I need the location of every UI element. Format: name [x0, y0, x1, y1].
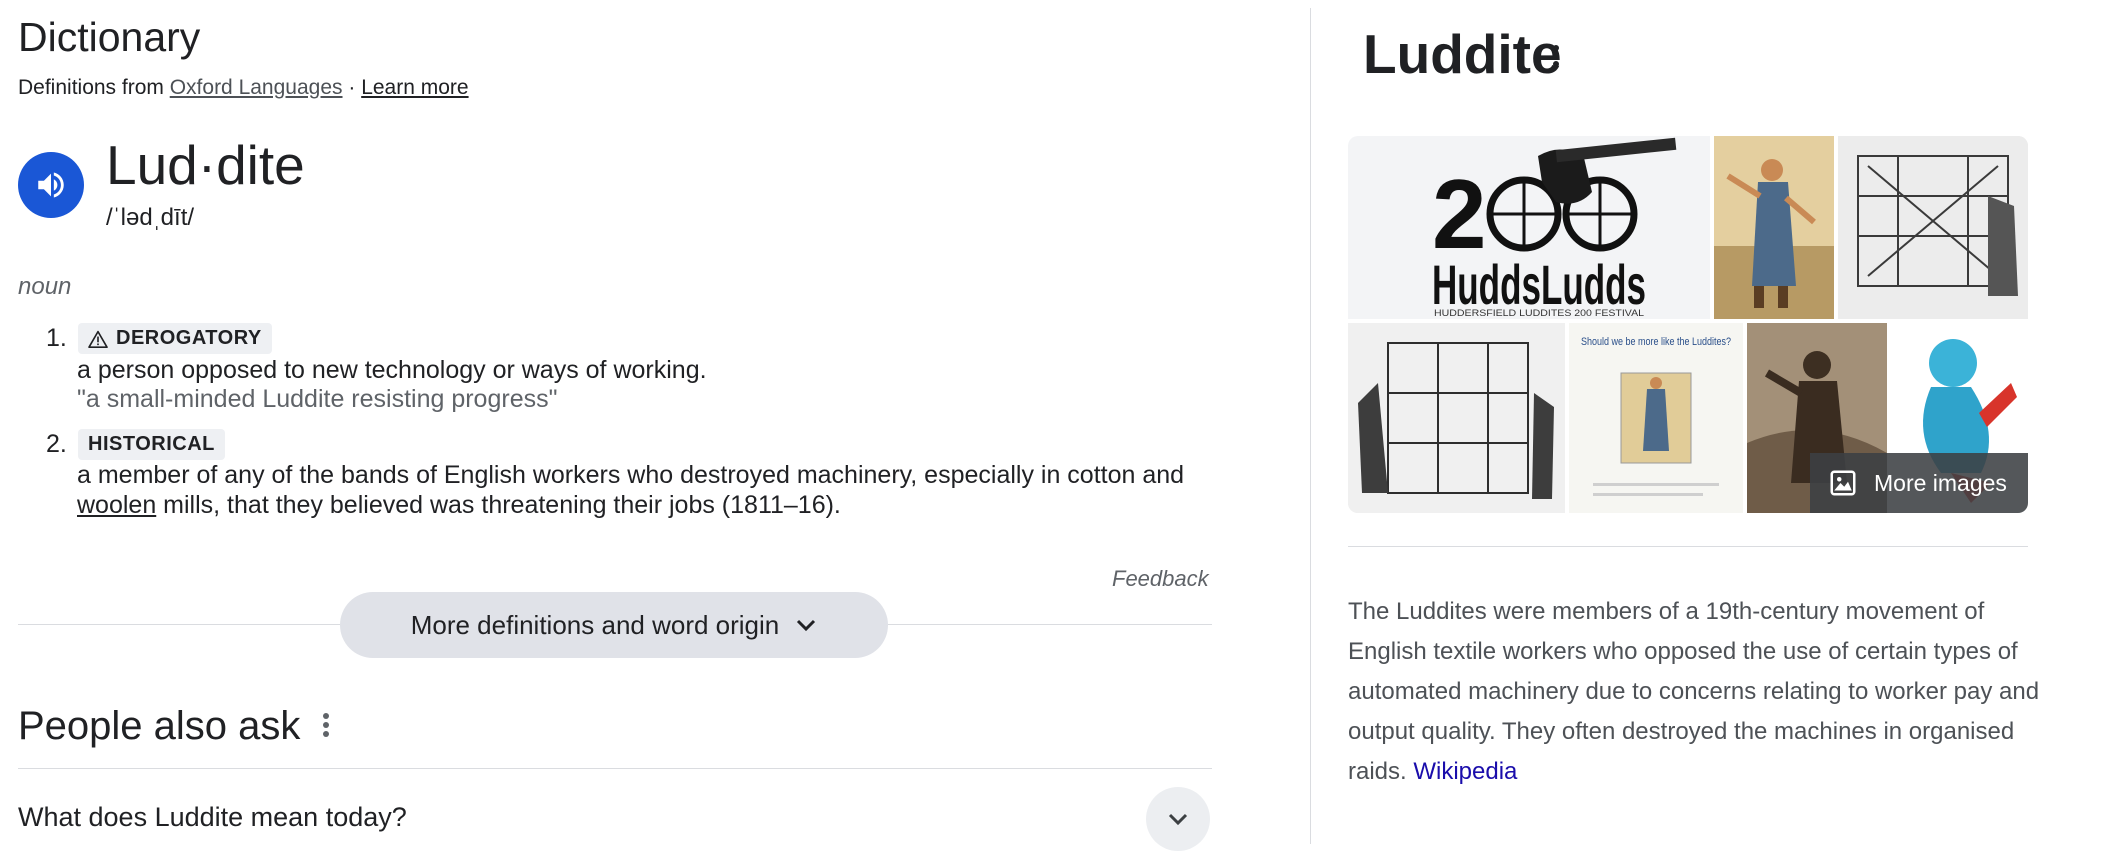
more-definitions-button[interactable]: More definitions and word origin	[340, 592, 888, 658]
sense-label-text: DEROGATORY	[116, 327, 262, 349]
poster-caption: Should we be more like the Luddites?	[1581, 336, 1731, 348]
source-prefix: Definitions from	[18, 76, 170, 99]
oxford-languages-link[interactable]: Oxford Languages	[170, 76, 343, 99]
question-expand-button[interactable]	[1146, 787, 1210, 851]
sense-label-historical: HISTORICAL	[78, 429, 225, 460]
source-separator: ·	[342, 76, 362, 99]
divider	[1348, 546, 2028, 547]
panel-divider	[1310, 8, 1311, 844]
more-images-button[interactable]: More images	[1810, 453, 2028, 513]
pronunciation-audio-button[interactable]	[18, 152, 84, 218]
sense-number: 1.	[46, 324, 67, 352]
phonetic: /ˈlədˌdīt/	[106, 204, 195, 231]
sense-label-derogatory: DEROGATORY	[78, 323, 272, 354]
more-definitions-label: More definitions and word origin	[410, 609, 780, 640]
part-of-speech: noun	[18, 273, 72, 300]
luddite-illustration-image[interactable]	[1714, 136, 1834, 319]
dictionary-title: Dictionary	[18, 14, 201, 60]
image-icon	[1830, 470, 1856, 496]
sense-label-text: HISTORICAL	[88, 433, 215, 455]
knowledge-panel-description: The Luddites were members of a 19th-cent…	[1348, 592, 2048, 792]
question-item[interactable]: What does Luddite mean today?	[18, 802, 407, 833]
loom-engraving-image[interactable]	[1838, 136, 2028, 319]
wikipedia-link[interactable]: Wikipedia	[1413, 758, 1517, 785]
feedback-link[interactable]: Feedback	[1112, 566, 1209, 592]
warning-icon	[88, 330, 108, 348]
sense-number: 2.	[46, 430, 67, 458]
luddites-poster-image[interactable]: Should we be more like the Luddites?	[1569, 323, 1743, 513]
sense-example: "a small-minded Luddite resisting progre…	[77, 385, 558, 413]
people-also-ask-title: People also ask	[18, 704, 301, 748]
more-vert-icon[interactable]	[322, 712, 330, 743]
logo-word: HuddsLudds	[1432, 253, 1646, 316]
description-text: The Luddites were members of a 19th-cent…	[1348, 598, 2040, 785]
dictionary-source: Definitions from Oxford Languages · Lear…	[18, 76, 469, 100]
knowledge-panel-title: Luddite	[1363, 23, 1562, 85]
chevron-down-icon	[797, 619, 816, 632]
sense-definition: a person opposed to new technology or wa…	[77, 356, 707, 384]
more-vert-icon[interactable]	[1552, 44, 1560, 73]
more-images-label: More images	[1874, 469, 2007, 496]
sense-definition-line1: a member of any of the bands of English …	[77, 461, 1185, 489]
luddites-festival-logo-image[interactable]: 2 HuddsLudds HUDDERSFIELD LUDDITES 200 F…	[1348, 136, 1710, 319]
chevron-down-icon	[1168, 813, 1188, 826]
woolen-link[interactable]: woolen	[77, 491, 156, 519]
sense-definition-rest: mills, that they believed was threatenin…	[156, 491, 841, 519]
logo-caption: HUDDERSFIELD LUDDITES 200 FESTIVAL	[1434, 308, 1644, 318]
speaker-icon	[38, 172, 64, 198]
divider	[18, 768, 1212, 769]
loom-breakers-image[interactable]	[1348, 323, 1565, 513]
sense-definition-line2: woolen mills, that they believed was thr…	[77, 490, 841, 520]
learn-more-link[interactable]: Learn more	[361, 76, 468, 99]
headword: Lud·dite	[106, 134, 305, 196]
